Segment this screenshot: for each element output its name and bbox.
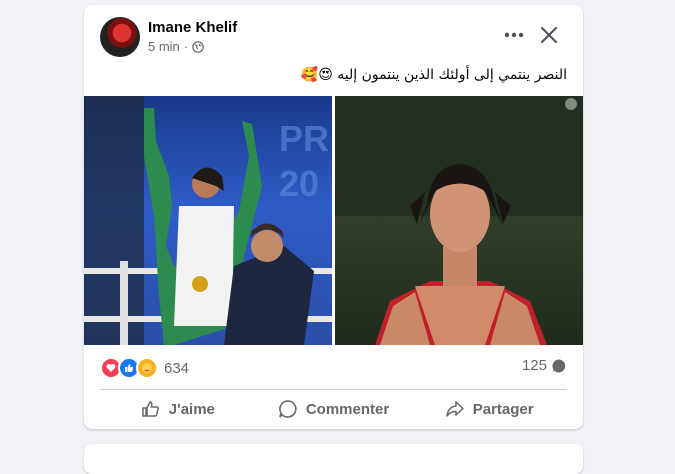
post-time[interactable]: 5 min: [148, 39, 180, 54]
svg-text:PR: PR: [279, 118, 329, 159]
like-label: J'aime: [168, 400, 215, 418]
reaction-summary[interactable]: 634: [100, 357, 189, 379]
close-button[interactable]: [536, 22, 562, 48]
author-avatar[interactable]: [100, 17, 140, 57]
comments-count-value: 125: [521, 357, 547, 374]
post-meta: 5 min ·: [148, 39, 204, 54]
reaction-count: 634: [164, 359, 190, 377]
comment-icon: [278, 400, 297, 418]
comment-button[interactable]: Commenter: [256, 393, 412, 425]
thumbs-up-icon: [142, 401, 159, 417]
next-post-card: [84, 444, 583, 474]
close-icon: [541, 27, 557, 43]
author-name[interactable]: Imane Khelif: [148, 19, 237, 36]
svg-text:20: 20: [279, 163, 319, 204]
comment-label: Commenter: [305, 400, 390, 418]
post-photo-podium[interactable]: PR 20: [84, 96, 332, 345]
comment-bubble-icon: [552, 358, 566, 372]
share-label: Partager: [472, 400, 534, 418]
more-dots-icon: [504, 32, 524, 38]
share-button[interactable]: Partager: [411, 393, 567, 425]
like-button[interactable]: J'aime: [100, 393, 256, 425]
actions-divider: [100, 389, 567, 390]
post-photo-portrait[interactable]: [335, 96, 583, 345]
comments-count[interactable]: 125: [522, 357, 567, 374]
share-icon: [445, 401, 464, 417]
post-actions: J'aime Commenter Partager: [100, 393, 567, 425]
more-options-button[interactable]: [501, 22, 527, 48]
globe-icon: [192, 40, 204, 53]
care-react-icon: [136, 357, 158, 379]
post-text: النصر ينتمي إلى أولئك الذين ينتمون إليه …: [300, 67, 567, 83]
post-card: Imane Khelif 5 min · النصر ينتمي إلى أول…: [84, 5, 583, 429]
